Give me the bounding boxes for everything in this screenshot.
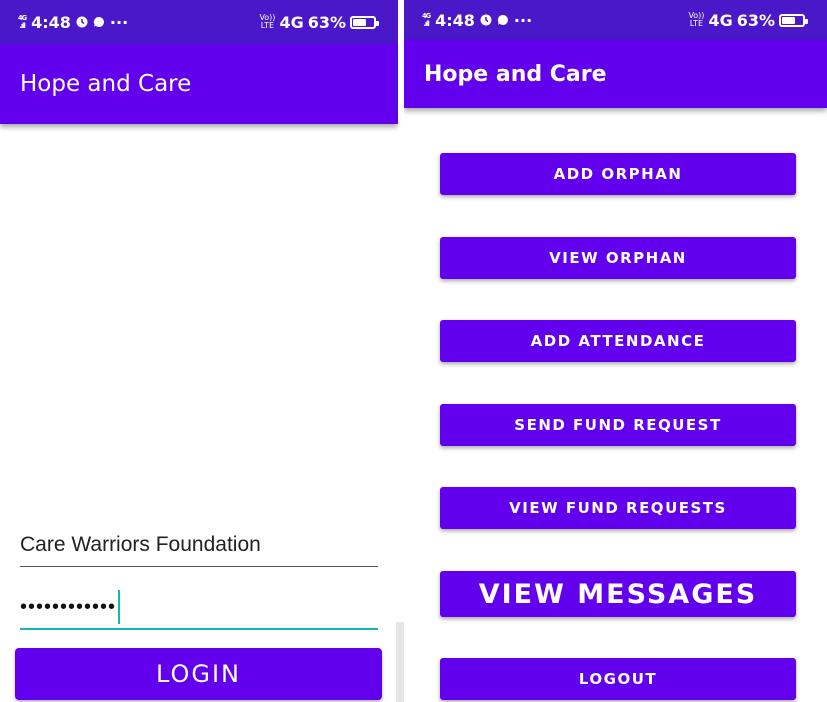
volte-icon: Vo)) LTE	[259, 13, 276, 30]
data-saver-icon	[480, 14, 492, 26]
more-notifications-icon: ···	[513, 10, 533, 30]
password-field[interactable]: ••••••••••••	[20, 586, 378, 630]
status-bar: 4G .ıll 4:48 ··· Vo)) LTE 4G 63%	[0, 0, 398, 44]
menu-screen: 4G .ıll 4:48 ··· Vo)) LTE 4G 63% Hope and …	[404, 0, 827, 702]
app-bar: Hope and Care	[0, 44, 398, 124]
username-value: Care Warriors Foundation	[20, 533, 261, 556]
battery-percent: 63%	[736, 10, 775, 30]
battery-icon	[350, 15, 379, 29]
text-cursor	[118, 590, 121, 624]
message-icon	[93, 16, 104, 27]
status-bar: 4G .ıll 4:48 ··· Vo)) LTE 4G 63%	[404, 0, 827, 40]
network-type: 4G	[279, 12, 304, 32]
app-title: Hope and Care	[424, 61, 607, 87]
app-title: Hope and Care	[20, 71, 192, 97]
scroll-edge-shadow	[396, 622, 404, 702]
send-fund-request-button[interactable]: SEND FUND REQUEST	[440, 404, 796, 446]
status-time: 4:48	[31, 12, 71, 32]
username-field[interactable]: Care Warriors Foundation	[20, 524, 378, 567]
view-orphan-button[interactable]: VIEW ORPHAN	[440, 237, 796, 279]
password-value: ••••••••••••	[20, 595, 117, 618]
login-screen: 4G .ıll 4:48 ··· Vo)) LTE 4G 63% Hope and …	[0, 0, 398, 702]
network-type: 4G	[708, 10, 733, 30]
signal-icon: 4G .ıll	[422, 12, 431, 28]
app-bar: Hope and Care	[404, 40, 827, 108]
battery-percent: 63%	[307, 12, 346, 32]
message-icon	[497, 14, 508, 25]
add-orphan-button[interactable]: ADD ORPHAN	[440, 153, 796, 195]
status-time: 4:48	[435, 10, 475, 30]
view-fund-requests-button[interactable]: VIEW FUND REQUESTS	[440, 487, 796, 529]
data-saver-icon	[76, 16, 88, 28]
more-notifications-icon: ···	[109, 12, 129, 32]
volte-icon: Vo)) LTE	[688, 11, 705, 28]
battery-icon	[779, 13, 808, 27]
login-button[interactable]: LOGIN	[15, 648, 382, 700]
view-messages-button[interactable]: VIEW MESSAGES	[440, 571, 796, 617]
signal-icon: 4G .ıll	[18, 14, 27, 30]
logout-button[interactable]: LOGOUT	[440, 658, 796, 700]
add-attendance-button[interactable]: ADD ATTENDANCE	[440, 320, 796, 362]
